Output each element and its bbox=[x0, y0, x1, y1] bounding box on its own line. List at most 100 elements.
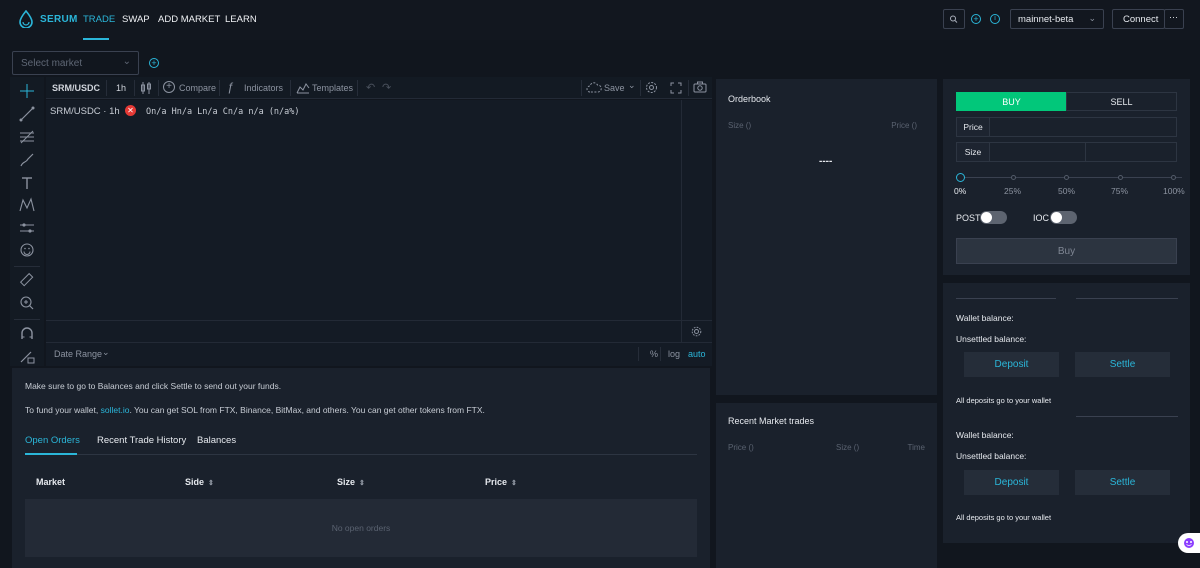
size-slider-handle[interactable] bbox=[956, 173, 965, 182]
toolbar-divider bbox=[14, 319, 40, 320]
sell-tab[interactable]: SELL bbox=[1066, 92, 1177, 111]
network-select[interactable]: mainnet-beta ⌄ bbox=[1010, 9, 1104, 29]
active-tab-underline bbox=[25, 453, 77, 455]
add-compare-icon[interactable]: + bbox=[163, 81, 175, 93]
nav-link-swap[interactable]: SWAP bbox=[122, 14, 150, 25]
recent-trades-panel: Recent Market trades Price () Size () Ti… bbox=[716, 403, 937, 568]
slider-label-50: 50% bbox=[1058, 186, 1076, 196]
orderbook-title: Orderbook bbox=[728, 94, 771, 104]
text-icon[interactable] bbox=[18, 174, 36, 192]
slider-label-100: 100% bbox=[1163, 186, 1185, 196]
add-market-icon[interactable]: + bbox=[149, 58, 159, 68]
quote-settle-button[interactable]: Settle bbox=[1075, 470, 1170, 495]
fund-info-prefix: To fund your wallet, bbox=[25, 405, 101, 415]
slider-mark-25[interactable] bbox=[1011, 175, 1016, 180]
price-scale[interactable] bbox=[681, 100, 682, 342]
sort-icon[interactable]: ⇕ bbox=[208, 480, 214, 487]
slider-mark-75[interactable] bbox=[1118, 175, 1123, 180]
brush-icon[interactable] bbox=[18, 151, 36, 169]
search-button[interactable] bbox=[943, 9, 965, 29]
slider-mark-100[interactable] bbox=[1171, 175, 1176, 180]
size-field[interactable]: Size bbox=[956, 142, 1086, 162]
settings-gear-icon[interactable] bbox=[645, 81, 658, 94]
ioc-toggle[interactable] bbox=[1050, 211, 1077, 224]
lock-drawing-icon[interactable] bbox=[18, 347, 36, 365]
toolbar-divider bbox=[638, 347, 639, 361]
candles-icon[interactable] bbox=[140, 81, 152, 95]
col-price[interactable]: Price ⇕ bbox=[485, 477, 517, 487]
no-open-orders-text: No open orders bbox=[331, 523, 391, 533]
sort-icon[interactable]: ⇕ bbox=[359, 480, 365, 487]
date-range-button[interactable]: Date Range bbox=[54, 349, 102, 359]
nav-link-learn[interactable]: LEARN bbox=[225, 14, 257, 25]
add-network-icon[interactable]: + bbox=[971, 14, 981, 24]
error-icon[interactable]: ✕ bbox=[125, 105, 136, 116]
quote-deposit-button[interactable]: Deposit bbox=[964, 470, 1059, 495]
save-button[interactable]: Save bbox=[604, 83, 625, 93]
submit-buy-button[interactable]: Buy bbox=[956, 238, 1177, 264]
redo-icon[interactable]: ↷ bbox=[382, 81, 391, 94]
fullscreen-icon[interactable] bbox=[670, 82, 682, 94]
nav-link-trade[interactable]: TRADE bbox=[83, 14, 115, 25]
connect-button[interactable]: Connect bbox=[1112, 9, 1165, 29]
camera-icon[interactable] bbox=[693, 81, 707, 93]
buy-tab[interactable]: BUY bbox=[956, 92, 1067, 111]
sort-icon[interactable]: ⇕ bbox=[511, 480, 517, 487]
drawing-toolbar bbox=[10, 77, 44, 366]
toolbar-divider bbox=[158, 80, 159, 96]
size-slider-track[interactable] bbox=[960, 177, 1182, 178]
pattern-icon[interactable] bbox=[18, 196, 36, 214]
interval-button[interactable]: 1h bbox=[116, 83, 126, 93]
indicators-button[interactable]: Indicators bbox=[244, 83, 283, 93]
col-market[interactable]: Market bbox=[36, 477, 65, 487]
base-deposit-button[interactable]: Deposit bbox=[964, 352, 1059, 377]
sollet-link[interactable]: sollet.io bbox=[101, 405, 130, 415]
info-icon[interactable]: i bbox=[990, 14, 1000, 24]
brand-name[interactable]: SERUM bbox=[40, 14, 78, 25]
orderbook-empty: ---- bbox=[819, 156, 833, 167]
zoom-in-icon[interactable] bbox=[18, 294, 36, 312]
serum-logo-icon[interactable] bbox=[18, 9, 34, 29]
time-scale[interactable] bbox=[46, 320, 712, 321]
market-select[interactable]: Select market ⌄ bbox=[12, 51, 139, 75]
base-settle-button[interactable]: Settle bbox=[1075, 352, 1170, 377]
chevron-down-icon[interactable]: ⌄ bbox=[628, 80, 636, 91]
quote-size-field[interactable] bbox=[1085, 142, 1177, 162]
emoji-icon[interactable] bbox=[18, 241, 36, 259]
indicators-icon[interactable]: ƒ bbox=[227, 80, 234, 94]
toolbar-divider bbox=[357, 80, 358, 96]
log-toggle[interactable]: log bbox=[668, 349, 680, 359]
undo-icon[interactable]: ↶ bbox=[366, 81, 375, 94]
chart-legend-values: On/a Hn/a Ln/a Cn/a n/a (n/a%) bbox=[146, 107, 300, 117]
extension-badge-icon[interactable] bbox=[1178, 533, 1200, 553]
more-menu-button[interactable]: ··· bbox=[1164, 9, 1184, 29]
chart-symbol-button[interactable]: SRM/USDC bbox=[52, 83, 100, 93]
tab-recent-trade-history[interactable]: Recent Trade History bbox=[97, 435, 186, 446]
col-size[interactable]: Size ⇕ bbox=[337, 477, 365, 487]
ruler-icon[interactable] bbox=[18, 271, 36, 289]
templates-icon[interactable] bbox=[296, 82, 310, 94]
more-icon: ··· bbox=[1169, 12, 1178, 22]
trend-line-icon[interactable] bbox=[18, 105, 36, 123]
tab-open-orders[interactable]: Open Orders bbox=[25, 435, 80, 446]
base-divider bbox=[1076, 298, 1178, 299]
col-side[interactable]: Side ⇕ bbox=[185, 477, 214, 487]
network-select-value: mainnet-beta bbox=[1018, 14, 1074, 25]
price-field[interactable]: Price bbox=[956, 117, 1177, 137]
chart-canvas[interactable]: SRM/USDC · 1h ✕ On/a Hn/a Ln/a Cn/a n/a … bbox=[46, 100, 712, 342]
tab-balances[interactable]: Balances bbox=[197, 435, 236, 446]
compare-button[interactable]: Compare bbox=[179, 83, 216, 93]
fib-icon[interactable] bbox=[18, 128, 36, 146]
slider-mark-50[interactable] bbox=[1064, 175, 1069, 180]
scale-settings-icon[interactable] bbox=[691, 326, 702, 337]
post-only-toggle[interactable] bbox=[980, 211, 1007, 224]
magnet-icon[interactable] bbox=[18, 325, 36, 343]
nav-link-add-market[interactable]: ADD MARKET bbox=[158, 14, 220, 25]
cloud-icon[interactable] bbox=[586, 82, 602, 93]
auto-toggle[interactable]: auto bbox=[688, 349, 706, 359]
templates-button[interactable]: Templates bbox=[312, 83, 353, 93]
percent-toggle[interactable]: % bbox=[650, 349, 658, 359]
crosshair-icon[interactable] bbox=[18, 82, 36, 100]
prediction-icon[interactable] bbox=[18, 219, 36, 237]
sell-tab-label: SELL bbox=[1110, 96, 1133, 107]
